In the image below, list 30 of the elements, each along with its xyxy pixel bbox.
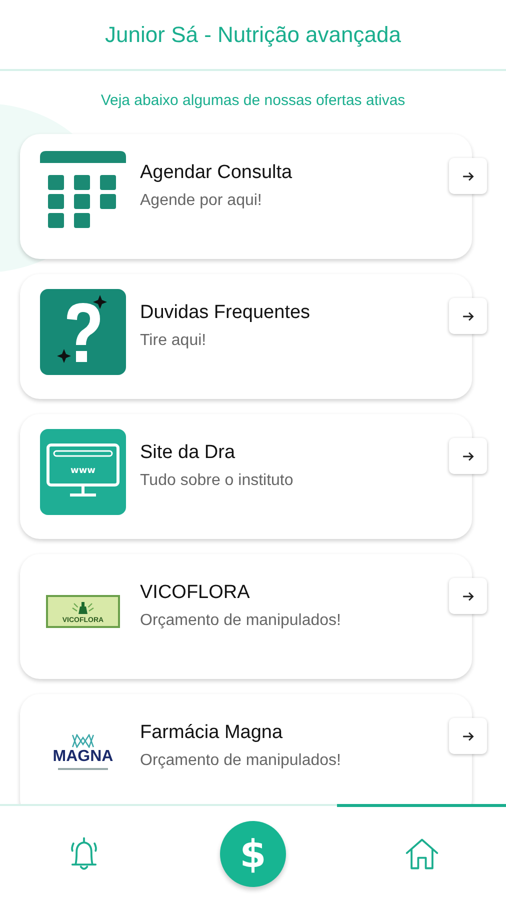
arrow-button[interactable] xyxy=(449,158,487,194)
arrow-button[interactable] xyxy=(449,578,487,614)
app-title: Junior Sá - Nutrição avançada xyxy=(105,22,401,48)
offer-card[interactable]: MAGNA Farmácia Magna Orçamento de manipulados! xyxy=(20,694,472,804)
logo-text: MAGNA xyxy=(52,748,114,766)
arrow-right-icon xyxy=(462,170,474,182)
question-mark-icon xyxy=(40,288,126,374)
offer-card[interactable]: www Site da Dra Tudo sobre o instituto xyxy=(20,414,472,539)
section-subtitle: Veja abaixo algumas de nossas ofertas ativas xyxy=(100,92,406,111)
offer-title: Site da Dra xyxy=(140,442,236,464)
offer-title: Farmácia Magna xyxy=(140,722,284,744)
www-text: www xyxy=(70,466,96,476)
wave-icon xyxy=(70,734,96,748)
arrow-button[interactable] xyxy=(449,438,487,474)
offer-subtitle: Orçamento de manipulados! xyxy=(140,752,342,770)
offer-title: Duvidas Frequentes xyxy=(140,302,312,324)
offer-subtitle: Tudo sobre o instituto xyxy=(140,472,294,490)
offer-subtitle: Orçamento de manipulados! xyxy=(140,612,342,630)
offer-card[interactable]: Duvidas Frequentes Tire aqui! xyxy=(20,274,472,399)
arrow-button[interactable] xyxy=(449,718,487,754)
arrow-right-icon xyxy=(462,730,474,742)
arrow-button[interactable] xyxy=(449,298,487,334)
offer-title: Agendar Consulta xyxy=(140,162,294,184)
arrow-right-icon xyxy=(462,310,474,322)
offer-subtitle: Tire aqui! xyxy=(140,332,208,350)
offer-title: VICOFLORA xyxy=(140,582,251,604)
offer-card[interactable]: Agendar Consulta Agende por aqui! xyxy=(20,134,472,259)
arrow-right-icon xyxy=(462,590,474,602)
arrow-right-icon xyxy=(462,450,474,462)
offer-subtitle: Agende por aqui! xyxy=(140,192,263,210)
